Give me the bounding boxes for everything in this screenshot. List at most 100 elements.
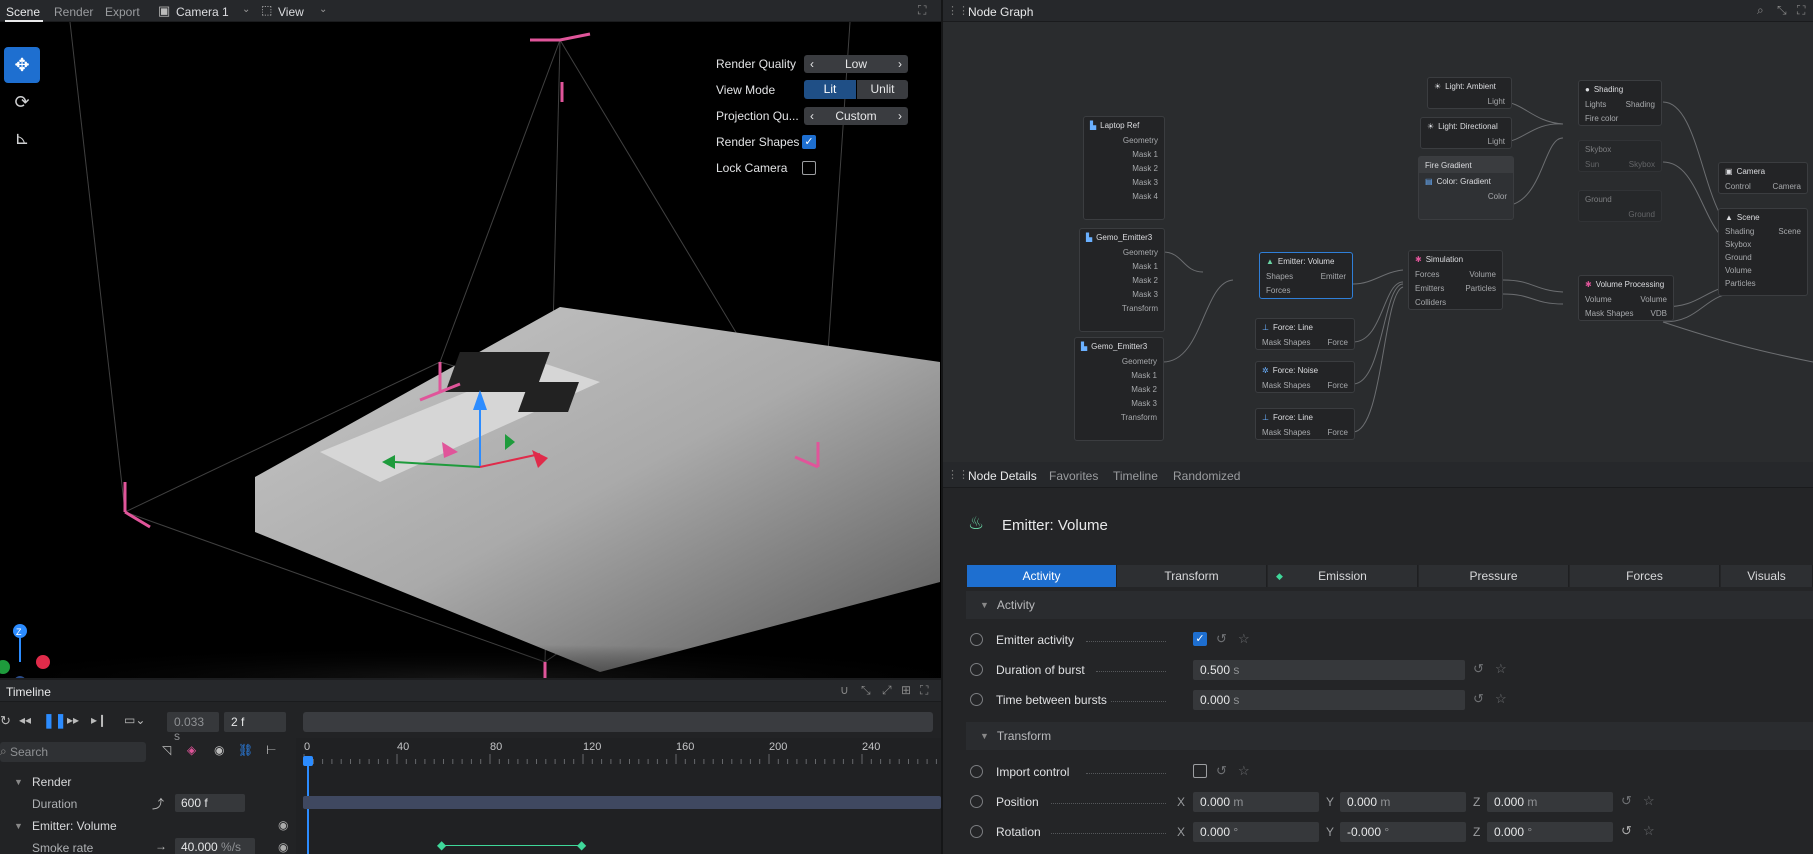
node-force-line-2[interactable]: ⊥ Force: Line Mask Shapes Force <box>1255 408 1355 440</box>
maximize-icon[interactable]: ⛶ <box>918 3 926 18</box>
time-between-bursts-field[interactable]: 0.000 s <box>1193 690 1465 710</box>
step-back-icon[interactable]: ◂◂ <box>19 713 31 727</box>
node-force-noise[interactable]: ✲ Force: Noise Mask Shapes Force <box>1255 361 1355 393</box>
timeline-range-bar[interactable] <box>303 712 933 732</box>
keyframe[interactable]: ◆ <box>577 838 586 852</box>
chevron-right-icon[interactable]: › <box>898 109 902 123</box>
collapse-icon[interactable]: ⤡ <box>861 683 871 698</box>
reset-icon[interactable]: ↺ <box>1473 691 1484 707</box>
chevron-down-icon[interactable]: ⌄ <box>242 4 250 15</box>
chevron-left-icon[interactable]: ‹ <box>810 109 814 123</box>
render-shapes-checkbox[interactable]: ✓ <box>802 135 816 149</box>
maximize-icon[interactable]: ⛶ <box>1797 3 1805 18</box>
tab-scene[interactable]: Scene <box>6 5 40 19</box>
node-ground[interactable]: Ground Ground <box>1578 190 1662 222</box>
frame-field[interactable]: 2 f <box>224 712 286 732</box>
node-gemo-emitter3-2[interactable]: ▙ Gemo_Emitter3 Geometry Mask 1 Mask 2 Ma… <box>1074 337 1164 441</box>
chevron-right-icon[interactable]: › <box>898 57 902 71</box>
star-icon[interactable]: ☆ <box>1495 661 1507 677</box>
node-force-line[interactable]: ⊥ Force: Line Mask Shapes Force <box>1255 318 1355 350</box>
node-gemo-emitter3[interactable]: ▙ Gemo_Emitter3 Geometry Mask 1 Mask 2 Ma… <box>1079 228 1165 332</box>
node-fire-gradient[interactable]: Fire Gradient ▤ Color: Gradient Color <box>1418 156 1514 220</box>
curve-icon[interactable]: ◹ <box>162 743 171 757</box>
tab-timeline[interactable]: Timeline <box>1113 469 1158 483</box>
collapse-icon[interactable]: ⤡ <box>1777 3 1787 18</box>
tab-randomized[interactable]: Randomized <box>1173 469 1240 483</box>
eye-icon[interactable]: ◉ <box>278 840 288 854</box>
timeline-ruler[interactable]: 0 40 80 120 160 200 240 <box>296 738 941 766</box>
reset-icon[interactable]: ↺ <box>1216 763 1227 779</box>
drag-handle-icon[interactable]: ⋮⋮ <box>947 4 969 17</box>
section-activity[interactable]: ▼ Activity <box>966 591 1813 619</box>
star-icon[interactable]: ☆ <box>1643 793 1655 809</box>
smoke-rate-field[interactable]: 40.000 %/s <box>175 838 255 854</box>
rotate-tool-button[interactable]: ⟳ <box>4 84 40 120</box>
node-emitter-volume[interactable]: ▲ Emitter: Volume Shapes Emitter Forces <box>1259 252 1353 299</box>
duration-clip[interactable] <box>303 796 941 809</box>
star-icon[interactable]: ☆ <box>1238 631 1250 647</box>
node-shading[interactable]: ● Shading Lights Shading Fire color <box>1578 80 1662 126</box>
node-skybox[interactable]: Skybox Sun Skybox <box>1578 140 1662 172</box>
track-duration[interactable]: Duration <box>32 797 77 811</box>
prop-tab-forces[interactable]: Forces <box>1570 565 1720 587</box>
node-light-ambient[interactable]: ☀ Light: Ambient Light <box>1427 77 1512 109</box>
view-mode-lit-button[interactable]: Lit <box>804 80 856 99</box>
magnet-icon[interactable]: ∪ <box>840 683 849 697</box>
star-icon[interactable]: ☆ <box>1643 823 1655 839</box>
import-control-checkbox[interactable] <box>1193 764 1207 778</box>
snap-icon[interactable]: ⊢ <box>266 743 276 757</box>
animate-toggle[interactable] <box>970 795 983 808</box>
prop-tab-transform[interactable]: Transform <box>1117 565 1267 587</box>
track-render[interactable]: Render <box>32 775 71 789</box>
pause-icon[interactable]: ❚❚ <box>43 712 66 729</box>
position-x-field[interactable]: 0.000 m <box>1193 792 1319 812</box>
link-icon[interactable]: ⛓ <box>238 743 253 757</box>
node-camera[interactable]: ▣ Camera Control Camera <box>1718 162 1808 194</box>
tab-node-details[interactable]: Node Details <box>968 469 1037 483</box>
frame-icon[interactable]: ⊞ <box>901 683 911 697</box>
node-light-directional[interactable]: ☀ Light: Directional Light <box>1420 117 1512 149</box>
drag-handle-icon[interactable]: ⋮⋮ <box>947 468 969 481</box>
chevron-down-icon[interactable]: ⌄ <box>319 4 327 15</box>
keyframe-add-icon[interactable]: ◈ <box>187 743 196 757</box>
star-icon[interactable]: ☆ <box>1495 691 1507 707</box>
playback-mode-icon[interactable]: ▭⌄ <box>124 713 145 727</box>
keyframe[interactable]: ◆ <box>437 838 446 852</box>
prop-tab-activity[interactable]: Activity <box>967 565 1117 587</box>
chevron-left-icon[interactable]: ‹ <box>810 57 814 71</box>
position-z-field[interactable]: 0.000 m <box>1487 792 1613 812</box>
rotation-x-field[interactable]: 0.000 ° <box>1193 822 1319 842</box>
step-forward-icon[interactable]: ▸▸ <box>67 713 79 727</box>
reset-icon[interactable]: ↺ <box>1621 823 1632 839</box>
loop-icon[interactable]: ↻ <box>0 713 11 729</box>
maximize-icon[interactable]: ⛶ <box>920 683 928 698</box>
tab-favorites[interactable]: Favorites <box>1049 469 1098 483</box>
view-dropdown[interactable]: View <box>278 5 304 19</box>
reset-icon[interactable]: ↺ <box>1621 793 1632 809</box>
node-laptop-ref[interactable]: ▙ Laptop Ref Geometry Mask 1 Mask 2 Mask … <box>1083 116 1165 220</box>
prop-tab-pressure[interactable]: Pressure <box>1419 565 1569 587</box>
emitter-activity-checkbox[interactable]: ✓ <box>1193 632 1207 646</box>
skip-end-icon[interactable]: ▸❙ <box>91 713 107 727</box>
search-icon[interactable]: ⌕ <box>1757 3 1764 18</box>
playhead-handle[interactable] <box>303 756 313 766</box>
section-transform[interactable]: ▼ Transform <box>966 722 1813 750</box>
record-icon[interactable]: ◉ <box>214 743 224 757</box>
animate-toggle[interactable] <box>970 693 983 706</box>
move-tool-button[interactable]: ✥ <box>4 47 40 83</box>
animate-toggle[interactable] <box>970 765 983 778</box>
duration-of-burst-field[interactable]: 0.500 s <box>1193 660 1465 680</box>
chevron-down-icon[interactable]: ▼ <box>14 777 23 787</box>
position-y-field[interactable]: 0.000 m <box>1340 792 1466 812</box>
camera-dropdown[interactable]: Camera 1 <box>176 5 229 19</box>
viewport-3d[interactable]: Z ✥ ⟳ ⊾ Render Quality ‹ Low › View Mode L… <box>0 22 941 678</box>
eye-icon[interactable]: ◉ <box>278 818 288 832</box>
fit-icon[interactable]: ⤢ <box>882 683 892 698</box>
animate-toggle[interactable] <box>970 633 983 646</box>
reset-icon[interactable]: ↺ <box>1216 631 1227 647</box>
lock-camera-checkbox[interactable] <box>802 161 816 175</box>
reset-icon[interactable]: ↺ <box>1473 661 1484 677</box>
star-icon[interactable]: ☆ <box>1238 763 1250 779</box>
node-volume-processing[interactable]: ✱ Volume Processing Volume Volume Mask Sha… <box>1578 275 1674 321</box>
search-input[interactable]: ⌕ Search <box>0 742 146 762</box>
